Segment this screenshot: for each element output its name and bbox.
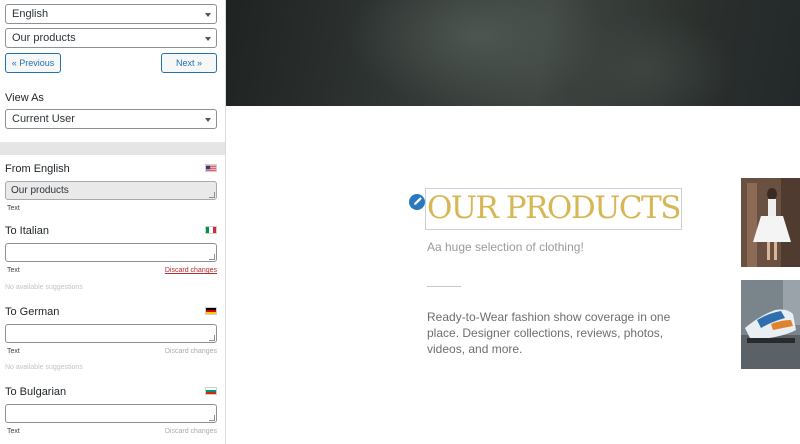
bulgarian-language-label: To Bulgarian [5,386,67,398]
view-as-select-value: Current User [12,113,75,125]
page-string-select-value: Our products [12,32,76,44]
language-select-value: English [12,8,49,20]
german-type-label: Text [7,348,20,355]
bulgarian-translation-field[interactable] [5,404,217,423]
source-text-value: Our products [11,185,69,196]
italian-discard-changes-link[interactable]: Discard changes [165,267,217,274]
german-language-label: To German [5,306,60,318]
page-body-text[interactable]: Ready-to-Wear fashion show coverage in o… [427,309,677,357]
language-select[interactable]: English [5,4,217,24]
germany-flag-icon [205,307,217,315]
bulgarian-discard-changes-link[interactable]: Discard changes [165,428,217,435]
italian-type-label: Text [7,267,20,274]
page-title[interactable]: OUR PRODUCTS [427,188,681,228]
sidebar-separator [0,142,225,155]
resize-grip-icon[interactable] [209,254,215,260]
source-text-field: Our products [5,181,217,200]
next-button[interactable]: Next » [161,53,217,73]
sidebar-controls: English Our products « Previous Next » V… [0,0,225,142]
page-string-select[interactable]: Our products [5,28,217,48]
bulgaria-flag-icon [205,387,217,395]
edit-translation-button[interactable] [409,194,425,210]
german-discard-changes-link[interactable]: Discard changes [165,348,217,355]
us-flag-icon [205,164,217,172]
translation-sidebar: English Our products « Previous Next » V… [0,0,226,444]
view-as-select[interactable]: Current User [5,109,217,129]
german-suggestions-note: No available suggestions [5,364,83,371]
view-as-label: View As [5,92,44,104]
german-translation-field[interactable] [5,324,217,343]
italian-translation-field[interactable] [5,243,217,262]
hero-image [226,0,800,106]
previous-button[interactable]: « Previous [5,53,61,73]
product-image-sneakers [741,280,800,369]
italian-suggestions-note: No available suggestions [5,284,83,291]
resize-grip-icon[interactable] [209,415,215,421]
page-subtitle[interactable]: Aa huge selection of clothing! [427,240,584,254]
resize-grip-icon [209,192,215,198]
chevron-down-icon [205,13,211,17]
bulgarian-type-label: Text [7,428,20,435]
italy-flag-icon [205,226,217,234]
source-type-label: Text [7,205,20,212]
italian-language-label: To Italian [5,225,50,237]
source-language-label: From English [5,163,70,175]
page-content [226,106,800,444]
content-divider [427,286,461,287]
pencil-icon [414,197,422,205]
chevron-down-icon [205,37,211,41]
product-image-dress [741,178,800,267]
chevron-down-icon [205,118,211,122]
resize-grip-icon[interactable] [209,335,215,341]
translation-editor: English Our products « Previous Next » V… [0,0,800,444]
